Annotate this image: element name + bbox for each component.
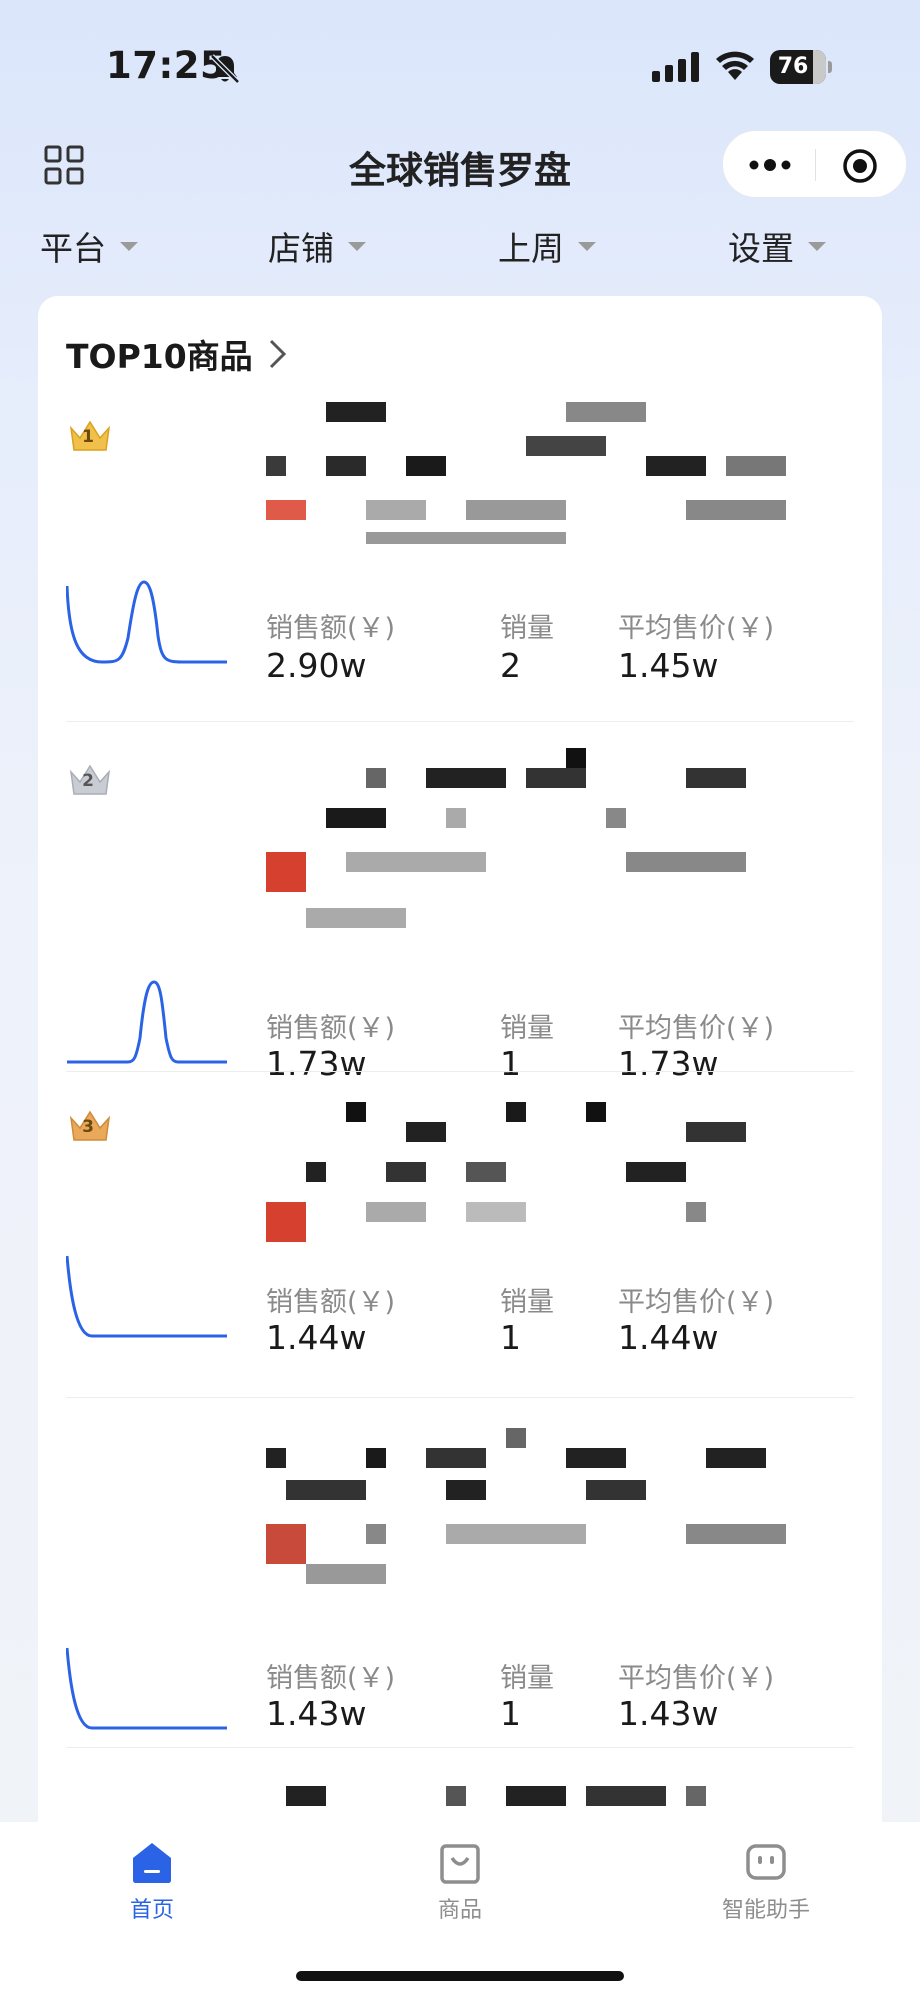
avg-price-label: 平均售价(￥): [618, 613, 775, 644]
caret-down-icon: [348, 241, 366, 251]
sales-amount-label: 销售额(￥): [266, 1013, 396, 1044]
top10-header[interactable]: TOP10商品: [66, 330, 293, 378]
filter-period[interactable]: 上周: [498, 218, 596, 274]
product-item-1[interactable]: 1 销售额(￥) 销量 平均售价(￥) 2.90w 2 1.45w: [66, 396, 854, 722]
battery-indicator: 76: [770, 50, 832, 84]
page-title: 全球销售罗盘: [349, 149, 571, 192]
sales-amount-label: 销售额(￥): [266, 1663, 396, 1694]
filter-platform-label: 平台: [40, 229, 106, 268]
mini-program-capsule: [722, 130, 907, 198]
battery-icon: 76: [770, 50, 826, 84]
filter-settings-label: 设置: [728, 229, 794, 268]
rank-number: 2: [82, 771, 94, 791]
product-item-2[interactable]: 2 销售额(￥) 销量 平均售价(￥) 1.73w 1 1.73w: [66, 722, 854, 1083]
home-indicator[interactable]: [296, 1971, 624, 1981]
sales-amount-value: 1.43w: [266, 1694, 367, 1733]
avg-price-value: 1.43w: [618, 1694, 719, 1733]
cellular-signal-icon: [652, 52, 699, 82]
sales-trend-sparkline: [66, 1647, 227, 1730]
filter-bar: 平台 店铺 上周 设置: [0, 218, 920, 278]
sales-amount-value: 1.44w: [266, 1318, 367, 1357]
product-title-pixelated: [266, 396, 786, 546]
sales-volume-value: 2: [500, 646, 521, 685]
shopping-bag-icon: [440, 1844, 480, 1884]
top-products-card: TOP10商品 1 销售额(￥) 销量 平均售价(￥) 2.90w 2 1.45…: [38, 296, 882, 2000]
product-title-pixelated: [266, 1786, 846, 1816]
product-title-pixelated: [266, 748, 846, 928]
product-title-pixelated: [266, 1428, 846, 1588]
sales-volume-label: 销量: [500, 613, 554, 644]
close-target-icon[interactable]: [841, 147, 879, 185]
robot-assistant-icon: [746, 1844, 786, 1880]
status-bar: 17:25 76: [0, 0, 920, 130]
battery-level: 76: [777, 54, 809, 79]
tab-home[interactable]: 首页: [72, 1840, 232, 1930]
sales-volume-label: 销量: [500, 1287, 554, 1318]
sales-trend-sparkline: [67, 980, 227, 1064]
chevron-right-icon: [269, 339, 286, 369]
tab-products[interactable]: 商品: [380, 1840, 540, 1930]
sales-amount-label: 销售额(￥): [266, 1287, 396, 1318]
avg-price-value: 1.45w: [618, 646, 719, 685]
product-item-3[interactable]: 3 销售额(￥) 销量 平均售价(￥) 1.44w 1 1.44w: [66, 1072, 854, 1398]
avg-price-label: 平均售价(￥): [618, 1663, 775, 1694]
top10-title: TOP10商品: [66, 337, 253, 376]
sales-volume-label: 销量: [500, 1013, 554, 1044]
avg-price-value: 1.44w: [618, 1318, 719, 1357]
wifi-icon: [716, 51, 754, 80]
caret-down-icon: [578, 241, 596, 251]
sales-trend-sparkline: [66, 580, 227, 664]
product-title-pixelated: [266, 1102, 786, 1242]
sales-trend-sparkline: [66, 1255, 227, 1338]
product-item-4[interactable]: 销售额(￥) 销量 平均售价(￥) 1.43w 1 1.43w: [66, 1398, 854, 1748]
sales-amount-label: 销售额(￥): [266, 613, 396, 644]
filter-store-label: 店铺: [268, 229, 334, 268]
tab-products-label: 商品: [437, 1898, 482, 1923]
avg-price-label: 平均售价(￥): [618, 1013, 775, 1044]
sales-volume-label: 销量: [500, 1663, 554, 1694]
tab-assistant-label: 智能助手: [721, 1898, 810, 1923]
sales-volume-value: 1: [500, 1694, 521, 1733]
rank-number: 1: [82, 427, 94, 447]
tab-home-label: 首页: [129, 1898, 174, 1923]
sales-volume-value: 1: [500, 1318, 521, 1357]
filter-platform[interactable]: 平台: [40, 218, 138, 274]
filter-store[interactable]: 店铺: [268, 218, 366, 274]
more-dots-icon[interactable]: [745, 147, 795, 183]
home-icon: [133, 1843, 171, 1883]
caret-down-icon: [120, 241, 138, 251]
caret-down-icon: [808, 241, 826, 251]
sales-amount-value: 2.90w: [266, 646, 367, 685]
grid-menu-icon[interactable]: [44, 145, 84, 185]
filter-settings[interactable]: 设置: [728, 218, 826, 274]
rank-number: 3: [82, 1117, 94, 1137]
filter-period-label: 上周: [498, 229, 564, 268]
avg-price-label: 平均售价(￥): [618, 1287, 775, 1318]
bell-muted-icon: [210, 54, 240, 84]
tab-assistant[interactable]: 智能助手: [686, 1840, 846, 1930]
